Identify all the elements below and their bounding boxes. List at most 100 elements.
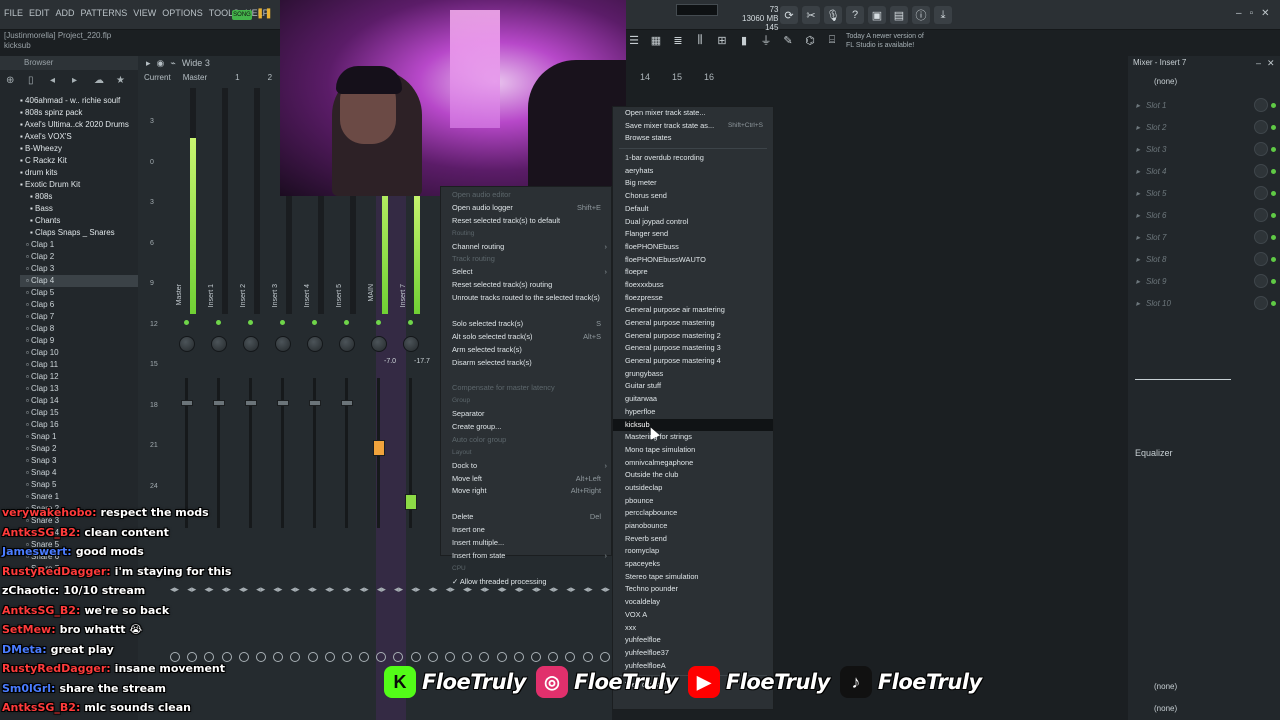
- browser-item[interactable]: ▫ Snap 2: [20, 443, 138, 455]
- menu-item[interactable]: Separator: [441, 408, 611, 421]
- output-select[interactable]: (none): [1154, 704, 1177, 713]
- browser-item[interactable]: ▫ Snap 4: [20, 467, 138, 479]
- preset-item[interactable]: Save mixer track state as... Shift+Ctrl+S: [613, 120, 773, 133]
- preset-item[interactable]: vocaldelay: [613, 596, 773, 609]
- preset-item[interactable]: Flanger send: [613, 228, 773, 241]
- preset-item[interactable]: Reverb send: [613, 533, 773, 546]
- cloud-icon[interactable]: ☁: [94, 75, 106, 87]
- browser-item[interactable]: ▫ Clap 13: [20, 383, 138, 395]
- preset-item[interactable]: pianobounce: [613, 520, 773, 533]
- io-toggle-button[interactable]: [376, 652, 387, 662]
- close-icon[interactable]: ✕: [1267, 58, 1275, 69]
- track-led[interactable]: [312, 320, 317, 325]
- browser-item[interactable]: ▪ Axel's VOX'S: [20, 131, 138, 143]
- track-led[interactable]: [344, 320, 349, 325]
- track-led[interactable]: [280, 320, 285, 325]
- browser-item[interactable]: ▪ 808s: [20, 191, 138, 203]
- pause-icon[interactable]: ❚❚: [256, 8, 273, 20]
- preset-item[interactable]: General purpose mastering 2: [613, 330, 773, 343]
- piano-icon[interactable]: ▤: [890, 6, 908, 24]
- insert-slot[interactable]: ▸ Slot 3: [1134, 140, 1278, 160]
- menu-item[interactable]: Solo selected track(s) S: [441, 318, 611, 331]
- track-led[interactable]: [184, 320, 189, 325]
- slot-enable-led[interactable]: [1271, 147, 1276, 152]
- pan-knob[interactable]: [339, 336, 355, 352]
- io-toggle-button[interactable]: [393, 652, 404, 662]
- minimize-icon[interactable]: –: [1256, 58, 1261, 69]
- insert-slot[interactable]: ▸ Slot 6: [1134, 206, 1278, 226]
- preset-item[interactable]: Mono tape simulation: [613, 444, 773, 457]
- preset-item[interactable]: floePHONEbussWAUTO: [613, 254, 773, 267]
- browser-item[interactable]: ▫ Clap 6: [20, 299, 138, 311]
- menu-item[interactable]: Arm selected track(s): [441, 344, 611, 357]
- pan-knob[interactable]: [179, 336, 195, 352]
- browser-item[interactable]: ▪ Exotic Drum Kit: [20, 179, 138, 191]
- preset-item[interactable]: Stereo tape simulation: [613, 571, 773, 584]
- insert-slot[interactable]: ▸ Slot 5: [1134, 184, 1278, 204]
- browser-item[interactable]: ▫ Clap 10: [20, 347, 138, 359]
- channel-rack-icon[interactable]: ⊞: [714, 32, 730, 48]
- slot-mix-knob[interactable]: [1254, 186, 1268, 200]
- help-icon[interactable]: ?: [846, 6, 864, 24]
- mic-icon[interactable]: 🎙: [824, 6, 842, 24]
- link-icon[interactable]: ⌁: [170, 58, 175, 69]
- preset-item[interactable]: 1-bar overdub recording: [613, 152, 773, 165]
- send-arrow-icon[interactable]: ◂▸: [429, 584, 438, 595]
- preset-item[interactable]: Browse states: [613, 132, 773, 145]
- preset-item[interactable]: General purpose mastering: [613, 317, 773, 330]
- slot-mix-knob[interactable]: [1254, 296, 1268, 310]
- eye-icon[interactable]: ◉: [157, 58, 165, 69]
- track-led[interactable]: [408, 320, 413, 325]
- minimize-icon[interactable]: –: [1236, 8, 1242, 19]
- preset-item[interactable]: Chorus send: [613, 190, 773, 203]
- tape-icon[interactable]: ⌬: [802, 32, 818, 48]
- volume-fader[interactable]: [181, 400, 193, 406]
- preset-item[interactable]: hyperfloe: [613, 406, 773, 419]
- preset-item[interactable]: Open mixer track state...: [613, 107, 773, 120]
- browser-item[interactable]: ▫ Clap 14: [20, 395, 138, 407]
- slot-enable-led[interactable]: [1271, 279, 1276, 284]
- io-toggle-button[interactable]: [445, 652, 455, 662]
- insert-slot[interactable]: ▸ Slot 9: [1134, 272, 1278, 292]
- preset-item[interactable]: percclapbounce: [613, 507, 773, 520]
- menu-item[interactable]: Move right Alt+Right: [441, 485, 611, 498]
- slot-mix-knob[interactable]: [1254, 98, 1268, 112]
- io-toggle-button[interactable]: [427, 652, 438, 662]
- volume-fader[interactable]: [277, 400, 289, 406]
- preset-item[interactable]: yuhfeelfloe37: [613, 647, 773, 660]
- browser-item[interactable]: ▪ 406ahmad - w.. richie soulf: [20, 95, 138, 107]
- track-led[interactable]: [376, 320, 381, 325]
- browser-item[interactable]: ▪ Claps Snaps _ Snares: [20, 227, 138, 239]
- pan-knob[interactable]: [243, 336, 259, 352]
- browser-item[interactable]: ▫ Snap 1: [20, 431, 138, 443]
- browser-item[interactable]: ▫ Clap 5: [20, 287, 138, 299]
- menu-item[interactable]: Move left Alt+Left: [441, 473, 611, 486]
- cut-icon[interactable]: ✂: [802, 6, 820, 24]
- pan-knob[interactable]: [403, 336, 419, 352]
- browser-item[interactable]: ▪ Chants: [20, 215, 138, 227]
- star-icon[interactable]: ★: [116, 75, 128, 87]
- pan-knob[interactable]: [211, 336, 227, 352]
- menu-item[interactable]: ✓ Allow threaded processing: [441, 576, 611, 589]
- io-toggle-button[interactable]: [410, 652, 421, 662]
- preset-item[interactable]: floepre: [613, 266, 773, 279]
- slot-enable-led[interactable]: [1271, 213, 1276, 218]
- send-arrow-icon[interactable]: ◂▸: [377, 584, 386, 595]
- send-arrow-icon[interactable]: ◂▸: [394, 584, 403, 595]
- list-icon[interactable]: ≣: [670, 32, 686, 48]
- insert-slot[interactable]: ▸ Slot 4: [1134, 162, 1278, 182]
- pan-knob[interactable]: [275, 336, 291, 352]
- menu-edit[interactable]: EDIT: [29, 8, 50, 18]
- preset-item[interactable]: guitarwaa: [613, 393, 773, 406]
- pan-knob[interactable]: [371, 336, 387, 352]
- preset-item[interactable]: floexxxbuss: [613, 279, 773, 292]
- browser-item[interactable]: ▫ Snare 1: [20, 491, 138, 503]
- preset-item[interactable]: Default: [613, 203, 773, 216]
- menu-item[interactable]: Disarm selected track(s): [441, 357, 611, 370]
- preset-item[interactable]: roomyclap: [613, 545, 773, 558]
- preset-item[interactable]: floePHONEbuss: [613, 241, 773, 254]
- track-led[interactable]: [216, 320, 221, 325]
- menu-item[interactable]: Unroute tracks routed to the selected tr…: [441, 292, 611, 305]
- plug-icon[interactable]: ⏚: [758, 32, 774, 48]
- slot-enable-led[interactable]: [1271, 235, 1276, 240]
